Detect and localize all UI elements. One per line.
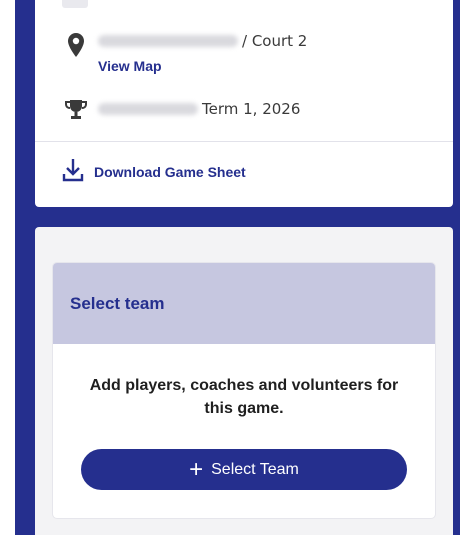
download-label: Download Game Sheet bbox=[94, 164, 246, 180]
plus-icon: + bbox=[189, 455, 204, 483]
venue-name-redacted bbox=[98, 35, 238, 47]
venue-court: / Court 2 bbox=[242, 32, 308, 50]
download-game-sheet-button[interactable]: Download Game Sheet bbox=[62, 158, 246, 186]
panel-title: Select team bbox=[70, 293, 165, 313]
select-team-button[interactable]: + Select Team bbox=[81, 449, 407, 490]
download-icon bbox=[62, 158, 84, 186]
panel-body: Add players, coaches and volunteers for … bbox=[53, 344, 435, 420]
trophy-icon bbox=[62, 98, 90, 120]
map-pin-icon bbox=[62, 32, 90, 58]
select-team-label: Select Team bbox=[211, 460, 299, 478]
select-team-panel: Select team Add players, coaches and vol… bbox=[53, 263, 435, 518]
venue-row: / Court 2 View Map bbox=[62, 32, 307, 74]
view-map-link[interactable]: View Map bbox=[98, 58, 307, 74]
card-divider bbox=[35, 141, 453, 142]
competition-row: Term 1, 2026 bbox=[62, 98, 300, 120]
panel-message: Add players, coaches and volunteers for … bbox=[89, 377, 399, 417]
competition-term: Term 1, 2026 bbox=[202, 100, 301, 118]
panel-header: Select team bbox=[53, 263, 435, 344]
competition-name-redacted bbox=[98, 103, 198, 115]
cropped-icon bbox=[62, 0, 88, 8]
